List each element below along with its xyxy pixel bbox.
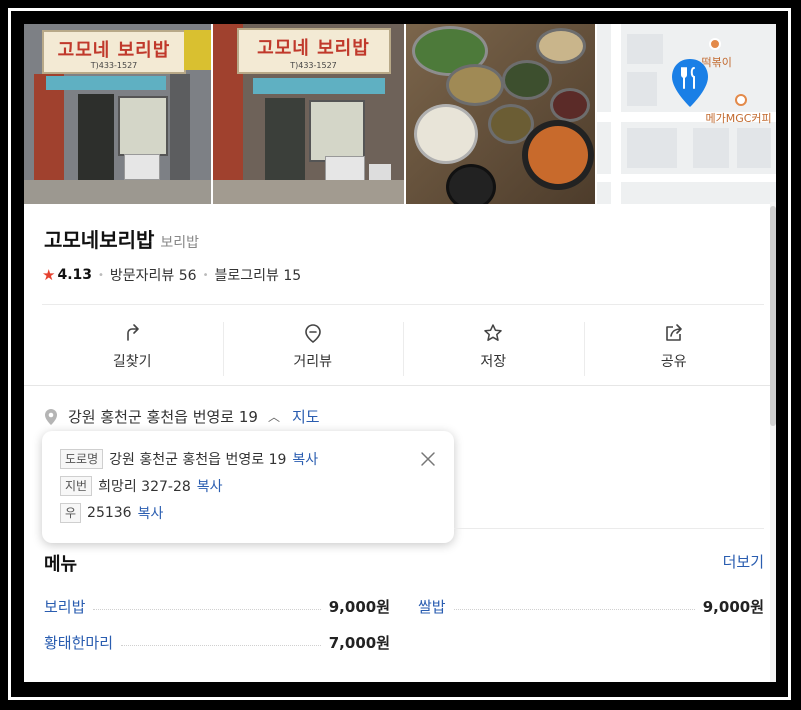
separator-dot: • — [98, 269, 104, 281]
rating-star-icon: ★ — [42, 266, 56, 284]
menu-item-name[interactable]: 보리밥 — [44, 596, 85, 617]
menu-item: 황태한마리 7,000원 — [44, 632, 390, 653]
separator-dot: • — [202, 269, 209, 281]
zip-text: 25136 — [87, 505, 132, 521]
store-sign-2: 고모네 보리밥 T)433-1527 — [236, 28, 391, 74]
menu-more-link[interactable]: 더보기 — [723, 551, 764, 572]
street-view-label: 거리뷰 — [293, 354, 333, 370]
share-button[interactable]: 공유 — [583, 316, 765, 378]
menu-item-price: 7,000원 — [328, 634, 390, 652]
street-view-icon — [304, 324, 321, 343]
map-pin-icon — [672, 59, 709, 107]
location-pin-icon — [45, 408, 57, 425]
lot-address-row: 지번 희망리 327-28 복사 — [60, 476, 223, 496]
directions-label: 길찾기 — [112, 354, 152, 370]
chevron-up-icon[interactable]: ︿ — [268, 408, 280, 425]
zip-row: 우 25136 복사 — [60, 503, 163, 523]
map-link[interactable]: 지도 — [292, 406, 320, 427]
directions-icon — [127, 324, 140, 341]
road-address-row: 도로명 강원 홍천군 홍천읍 번영로 19 복사 — [60, 449, 318, 469]
scrollbar-thumb[interactable] — [770, 206, 776, 426]
place-card: 고모네 보리밥 T)433-1527 고모네 보리밥 T)433-1527 떡볶… — [24, 24, 776, 682]
directions-button[interactable]: 길찾기 — [42, 316, 223, 378]
divider — [454, 528, 764, 529]
storefront-photo-1[interactable]: 고모네 보리밥 T)433-1527 — [24, 24, 211, 204]
road-address-text: 강원 홍천군 홍천읍 번영로 19 — [109, 452, 287, 468]
close-icon[interactable] — [420, 451, 436, 467]
lot-address-tag: 지번 — [60, 476, 93, 496]
menu-item: 쌀밥 9,000원 — [418, 596, 764, 617]
blog-review-link[interactable]: 블로그리뷰 15 — [214, 265, 301, 285]
share-label: 공유 — [660, 354, 687, 370]
map-thumbnail[interactable]: 떡볶이 메가MGC커피 — [597, 24, 776, 204]
zip-tag: 우 — [60, 503, 82, 523]
menu-item-price: 9,000원 — [328, 598, 390, 616]
menu-title: 메뉴 — [44, 554, 78, 575]
store-sign-2-phone: T)433-1527 — [290, 61, 337, 70]
action-bar: 길찾기 거리뷰 저장 공유 — [42, 316, 764, 378]
menu-item: 보리밥 9,000원 — [44, 596, 390, 617]
place-title-row: 고모네보리밥 보리밥 — [44, 224, 199, 253]
copy-lot-button[interactable]: 복사 — [197, 476, 223, 496]
map-label-2: 메가MGC커피 — [705, 112, 772, 125]
rating-row: ★ 4.13 • 방문자리뷰 56 • 블로그리뷰 15 — [42, 265, 301, 285]
copy-zip-button[interactable]: 복사 — [138, 503, 164, 523]
menu-dots — [121, 645, 321, 646]
visitor-review-link[interactable]: 방문자리뷰 56 — [110, 265, 197, 285]
road-address-tag: 도로명 — [60, 449, 104, 469]
section-divider — [24, 385, 770, 386]
menu-item-name[interactable]: 쌀밥 — [418, 596, 446, 617]
store-sign-text: 고모네 보리밥 — [57, 40, 171, 61]
address-detail-popup: 도로명 강원 홍천군 홍천읍 번영로 19 복사 지번 희망리 327-28 복… — [42, 431, 454, 543]
star-icon — [484, 324, 502, 341]
copy-road-button[interactable]: 복사 — [292, 449, 318, 469]
street-view-button[interactable]: 거리뷰 — [222, 316, 404, 378]
save-button[interactable]: 저장 — [403, 316, 584, 378]
menu-dots — [453, 609, 695, 610]
share-icon — [665, 324, 682, 341]
address-row: 강원 홍천군 홍천읍 번영로 19 ︿ 지도 — [44, 406, 320, 427]
rating-value: 4.13 — [57, 267, 92, 283]
menu-dots — [93, 609, 321, 610]
divider — [42, 304, 764, 305]
menu-item-price: 9,000원 — [702, 598, 764, 616]
place-category: 보리밥 — [160, 235, 200, 251]
food-photo[interactable] — [405, 24, 596, 204]
photo-strip: 고모네 보리밥 T)433-1527 고모네 보리밥 T)433-1527 떡볶… — [24, 24, 776, 204]
store-sign-phone: T)433-1527 — [90, 61, 138, 70]
store-sign: 고모네 보리밥 T)433-1527 — [42, 30, 186, 74]
lot-address-text: 희망리 327-28 — [98, 479, 191, 495]
menu-item-name[interactable]: 황태한마리 — [44, 632, 113, 653]
save-label: 저장 — [480, 354, 507, 370]
place-name: 고모네보리밥 — [44, 228, 155, 252]
storefront-photo-2[interactable]: 고모네 보리밥 T)433-1527 — [212, 24, 404, 204]
address-text[interactable]: 강원 홍천군 홍천읍 번영로 19 — [68, 406, 258, 427]
store-sign-2-text: 고모네 보리밥 — [257, 38, 370, 59]
